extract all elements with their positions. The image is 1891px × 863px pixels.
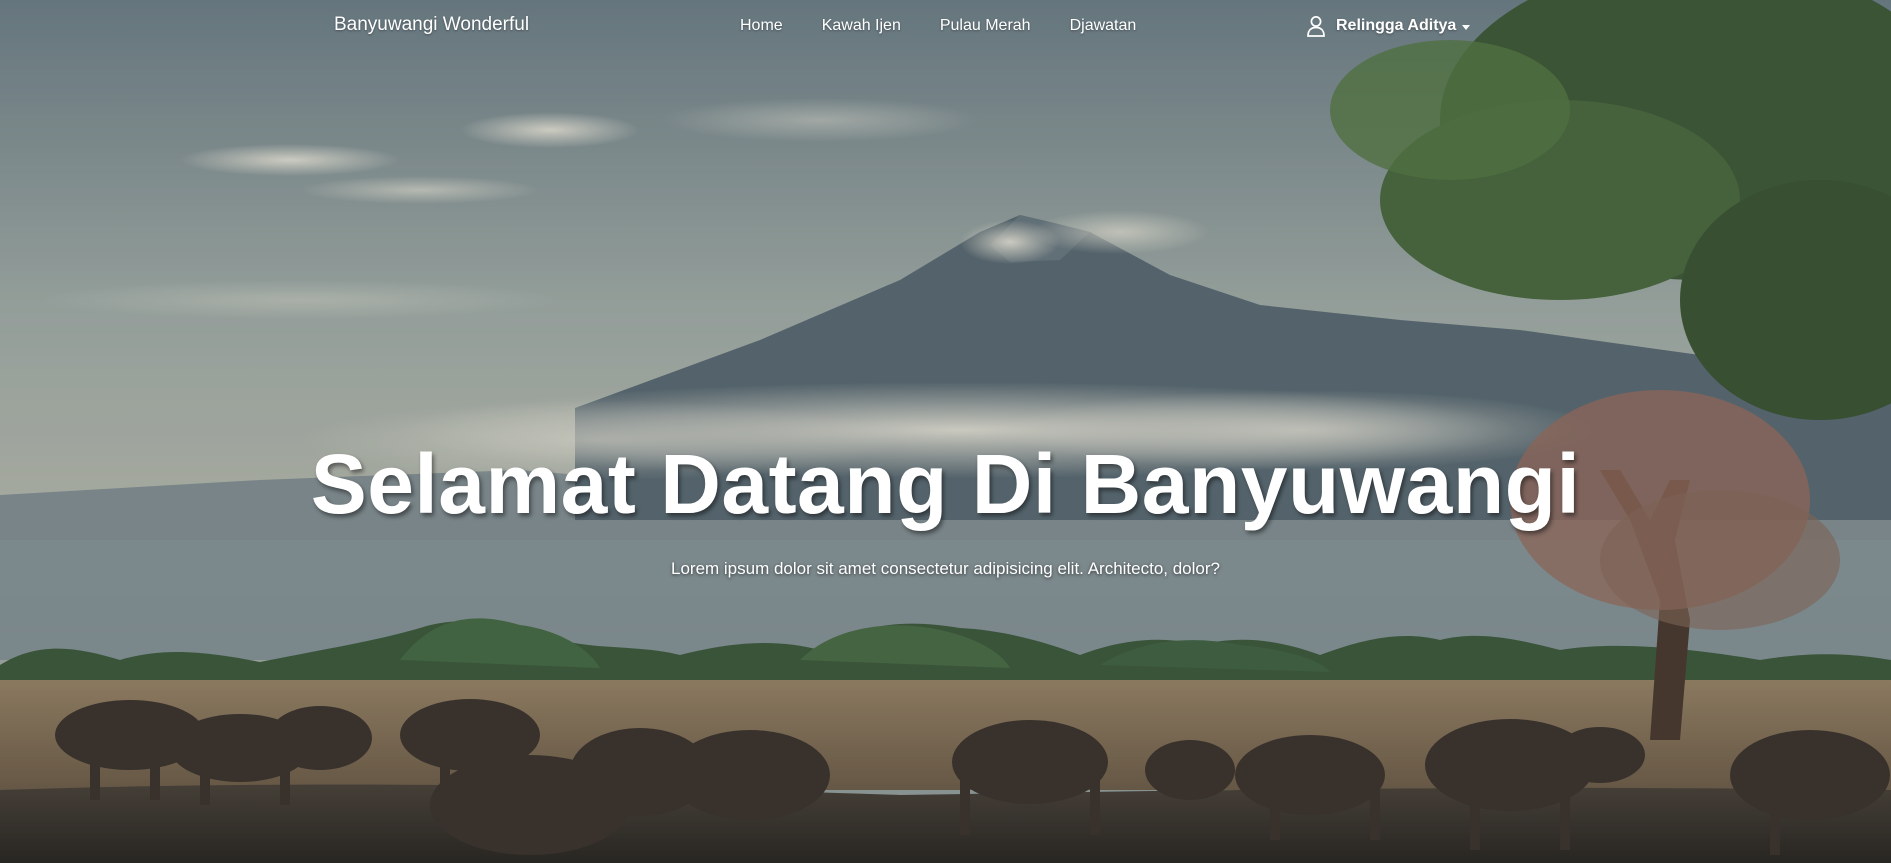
hero-subtitle: Lorem ipsum dolor sit amet consectetur a… [671,559,1220,578]
nav-item-pulau-merah: Pulau Merah [940,17,1031,35]
nav-link-kawah-ijen[interactable]: Kawah Ijen [822,17,901,34]
hero-background-image [0,0,1891,863]
hero-section: Banyuwangi Wonderful Home Kawah Ijen Pul… [0,0,1891,863]
nav-item-kawah-ijen: Kawah Ijen [822,17,901,35]
user-name: Relingga Aditya [1336,17,1457,34]
caret-down-icon [1462,24,1471,30]
nav-links: Home Kawah Ijen Pulau Merah Djawatan [740,17,1175,35]
nav-item-home: Home [740,17,783,35]
nav-link-pulau-merah[interactable]: Pulau Merah [940,17,1031,34]
navbar-brand[interactable]: Banyuwangi Wonderful [334,14,529,36]
user-menu-dropdown[interactable]: Relingga Aditya [1306,15,1471,37]
nav-item-djawatan: Djawatan [1070,17,1137,35]
navbar: Banyuwangi Wonderful Home Kawah Ijen Pul… [0,0,1891,56]
nav-link-djawatan[interactable]: Djawatan [1070,17,1137,34]
nav-link-home[interactable]: Home [740,17,783,34]
user-icon [1306,15,1326,37]
hero-title: Selamat Datang Di Banyuwangi [310,437,1581,531]
